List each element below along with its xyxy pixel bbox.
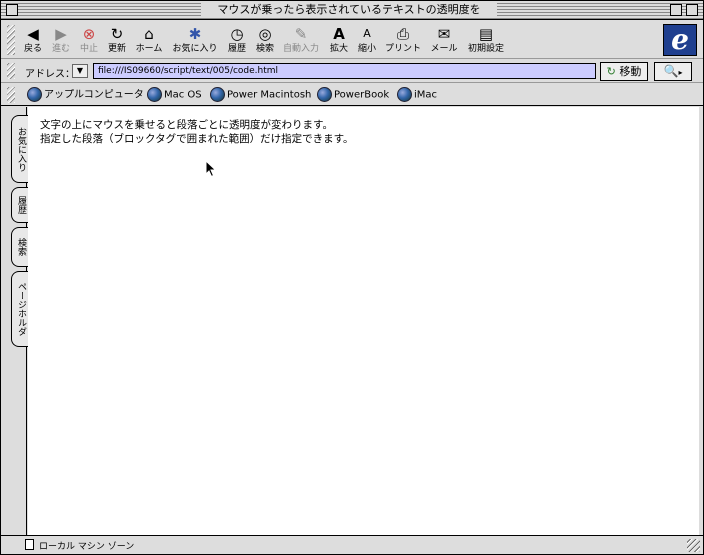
content-edge bbox=[699, 107, 703, 535]
autofill-pencil-icon: ✎ bbox=[294, 25, 308, 43]
globe-icon bbox=[27, 87, 42, 102]
go-arrow-icon: ↻ bbox=[606, 65, 616, 78]
search-magnifier-icon: ◎ bbox=[258, 25, 272, 43]
home-icon: ⌂ bbox=[144, 25, 154, 43]
back-arrow-icon: ◀ bbox=[27, 25, 39, 43]
address-input[interactable] bbox=[93, 63, 596, 79]
favorites-bar: アップルコンピュータ Mac OS Power Macintosh PowerB… bbox=[1, 84, 703, 106]
favorites-button[interactable]: ✱ お気に入り bbox=[171, 25, 219, 57]
zoom-box[interactable] bbox=[670, 4, 682, 16]
globe-icon bbox=[147, 87, 162, 102]
forward-arrow-icon: ▶ bbox=[55, 25, 67, 43]
ie-logo-icon[interactable]: e bbox=[663, 24, 697, 56]
favorite-link[interactable]: iMac bbox=[397, 87, 437, 103]
mail-icon: ✉ bbox=[437, 25, 451, 43]
chevron-down-icon: ▼ bbox=[76, 66, 84, 75]
favorites-bar-grip[interactable] bbox=[7, 87, 15, 103]
tab-favorites[interactable]: お気に入り bbox=[11, 115, 28, 183]
preferences-icon: ▤ bbox=[478, 25, 494, 43]
search-button[interactable]: ◎ 検索 bbox=[252, 25, 278, 57]
address-bar: アドレス： ▼ ↻ 移動 🔍▸ bbox=[1, 60, 703, 83]
back-button[interactable]: ◀ 戻る bbox=[20, 25, 46, 57]
browser-window: マウスが乗ったら表示されているテキストの透明度を ◀ 戻る ▶ 進む ⊗ 中止 … bbox=[0, 0, 704, 555]
content-paragraph: 文字の上にマウスを乗せると段落ごとに透明度が変わります。 bbox=[40, 119, 333, 131]
history-clock-icon: ◷ bbox=[230, 25, 244, 43]
favorite-link[interactable]: PowerBook bbox=[317, 87, 389, 103]
chevron-down-icon: ▸ bbox=[678, 68, 683, 77]
zone-document-icon bbox=[25, 539, 34, 550]
refresh-icon: ↻ bbox=[110, 25, 124, 43]
tab-page-holder[interactable]: ページホルダ bbox=[11, 271, 28, 347]
close-box[interactable] bbox=[6, 4, 18, 16]
stop-icon: ⊗ bbox=[82, 25, 96, 43]
text-smaller-button[interactable]: A 縮小 bbox=[354, 25, 380, 57]
status-bar: ローカル マシン ゾーン bbox=[1, 535, 703, 554]
content-paragraph: 指定した段落（ブロックタグで囲まれた範囲）だけ指定できます。 bbox=[40, 133, 354, 145]
autofill-button[interactable]: ✎ 自動入力 bbox=[281, 25, 321, 57]
home-button[interactable]: ⌂ ホーム bbox=[133, 25, 165, 57]
text-larger-icon: A bbox=[333, 25, 345, 43]
mail-button[interactable]: ✉ メール bbox=[428, 25, 460, 57]
history-button[interactable]: ◷ 履歴 bbox=[224, 25, 250, 57]
search-menu-button[interactable]: 🔍▸ bbox=[654, 62, 692, 81]
stop-button[interactable]: ⊗ 中止 bbox=[76, 25, 102, 57]
magnifier-icon: 🔍 bbox=[663, 64, 679, 78]
text-larger-button[interactable]: A 拡大 bbox=[326, 25, 352, 57]
preferences-button[interactable]: ▤ 初期設定 bbox=[465, 25, 507, 57]
favorite-link[interactable]: Power Macintosh bbox=[210, 87, 311, 103]
tab-search[interactable]: 検索 bbox=[11, 227, 28, 267]
toolbar-grip[interactable] bbox=[7, 25, 15, 55]
printer-icon: ⎙ bbox=[396, 25, 409, 43]
forward-button[interactable]: ▶ 進む bbox=[48, 25, 74, 57]
text-smaller-icon: A bbox=[363, 27, 371, 40]
explorer-sidebar: お気に入り 履歴 検索 ページホルダ bbox=[1, 107, 28, 535]
go-button-label: 移動 bbox=[619, 65, 642, 78]
favorite-link[interactable]: Mac OS bbox=[147, 87, 202, 103]
globe-icon bbox=[210, 87, 225, 102]
button-toolbar: ◀ 戻る ▶ 進む ⊗ 中止 ↻ 更新 ⌂ ホーム ✱ お気に入り ◷ 履歴 ◎ bbox=[1, 21, 703, 59]
security-zone-text: ローカル マシン ゾーン bbox=[39, 542, 135, 552]
print-button[interactable]: ⎙ プリント bbox=[383, 25, 423, 57]
resize-grip-icon[interactable] bbox=[687, 539, 700, 552]
title-bar[interactable]: マウスが乗ったら表示されているテキストの透明度を bbox=[1, 1, 703, 20]
globe-icon bbox=[397, 87, 412, 102]
globe-icon bbox=[317, 87, 332, 102]
address-bar-grip[interactable] bbox=[7, 63, 15, 79]
collapse-box[interactable] bbox=[686, 4, 698, 16]
address-history-dropdown[interactable]: ▼ bbox=[72, 64, 88, 78]
page-content: 文字の上にマウスを乗せると段落ごとに透明度が変わります。 指定した段落（ブロック… bbox=[28, 107, 700, 535]
mouse-pointer-icon bbox=[205, 160, 217, 178]
tab-history[interactable]: 履歴 bbox=[11, 187, 28, 223]
go-button[interactable]: ↻ 移動 bbox=[600, 62, 648, 81]
address-label: アドレス： bbox=[25, 69, 75, 80]
refresh-button[interactable]: ↻ 更新 bbox=[104, 25, 130, 57]
window-title: マウスが乗ったら表示されているテキストの透明度を bbox=[201, 2, 497, 18]
favorites-icon: ✱ bbox=[188, 25, 202, 43]
favorite-link[interactable]: アップルコンピュータ bbox=[27, 87, 144, 103]
